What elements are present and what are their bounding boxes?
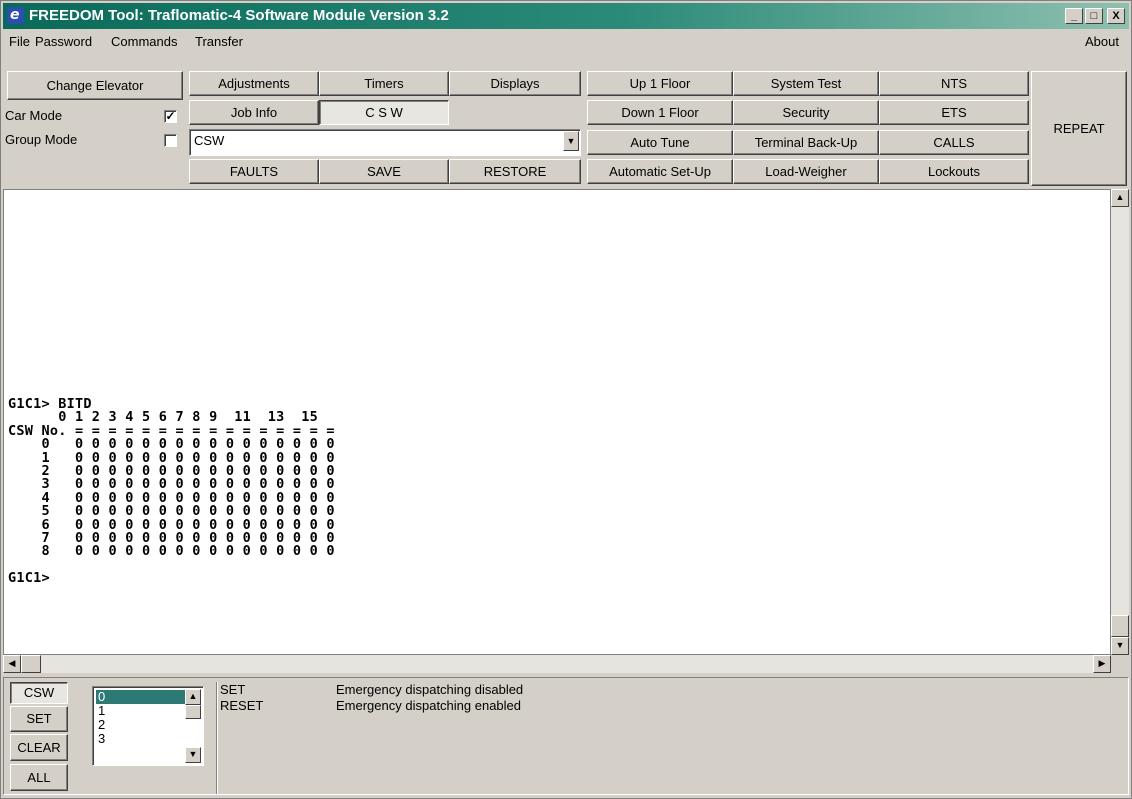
clear-button[interactable]: CLEAR bbox=[10, 734, 68, 761]
list-scroll-down-icon[interactable]: ▼ bbox=[185, 747, 201, 763]
menu-password[interactable]: Password bbox=[35, 34, 92, 49]
terminal-output[interactable]: G1C1> BITD 0 1 2 3 4 5 6 7 8 9 11 13 15 … bbox=[3, 189, 1111, 655]
chevron-down-icon[interactable]: ▼ bbox=[563, 131, 579, 151]
menu-about[interactable]: About bbox=[1085, 34, 1119, 49]
repeat-button[interactable]: REPEAT bbox=[1031, 71, 1127, 186]
vertical-scroll-thumb[interactable] bbox=[1111, 615, 1129, 637]
group-mode-checkbox[interactable] bbox=[164, 134, 177, 147]
scroll-corner bbox=[1111, 655, 1129, 673]
list-scroll-thumb[interactable] bbox=[185, 705, 201, 719]
timers-button[interactable]: Timers bbox=[319, 71, 449, 96]
close-button[interactable]: X bbox=[1107, 8, 1125, 24]
automatic-setup-button[interactable]: Automatic Set-Up bbox=[587, 159, 733, 184]
job-info-button[interactable]: Job Info bbox=[189, 100, 319, 125]
csw-tab-button[interactable]: C S W bbox=[319, 100, 449, 125]
terminal-backup-button[interactable]: Terminal Back-Up bbox=[733, 130, 879, 155]
list-item[interactable]: 3 bbox=[96, 732, 186, 746]
maximize-button[interactable]: □ bbox=[1085, 8, 1103, 24]
scroll-right-arrow-icon[interactable]: ▶ bbox=[1093, 655, 1111, 673]
command-combo[interactable]: CSW ▼ bbox=[189, 129, 581, 156]
list-scroll-up-icon[interactable]: ▲ bbox=[185, 689, 201, 705]
window-title: FREEDOM Tool: Traflomatic-4 Software Mod… bbox=[29, 7, 449, 24]
menu-transfer[interactable]: Transfer bbox=[195, 34, 243, 49]
app-window: e FREEDOM Tool: Traflomatic-4 Software M… bbox=[0, 0, 1132, 799]
app-icon[interactable]: e bbox=[7, 7, 24, 24]
csw-editor-panel: CSW SET CLEAR ALL 0 1 2 3 ▲ ▼ SET Emerge… bbox=[3, 677, 1129, 795]
restore-button[interactable]: RESTORE bbox=[449, 159, 581, 184]
list-item[interactable]: 2 bbox=[96, 718, 186, 732]
lockouts-button[interactable]: Lockouts bbox=[879, 159, 1029, 184]
car-mode-label: Car Mode bbox=[5, 108, 63, 123]
terminal-prompt: G1C1> bbox=[8, 570, 50, 587]
check-icon: ✓ bbox=[165, 109, 176, 123]
desc-text-reset: Emergency dispatching enabled bbox=[336, 698, 522, 713]
menu-bar: File Password Commands Transfer About bbox=[3, 31, 1129, 53]
terminal-row: 8 0 0 0 0 0 0 0 0 0 0 0 0 0 0 0 0 bbox=[8, 543, 335, 560]
terminal-text: G1C1> BITD 0 1 2 3 4 5 6 7 8 9 11 13 15 … bbox=[8, 397, 335, 587]
title-bar[interactable]: e FREEDOM Tool: Traflomatic-4 Software M… bbox=[3, 3, 1129, 29]
scroll-up-arrow-icon[interactable]: ▲ bbox=[1111, 189, 1129, 207]
scroll-down-arrow-icon[interactable]: ▼ bbox=[1111, 637, 1129, 655]
horizontal-scrollbar[interactable]: ◀ ▶ bbox=[3, 655, 1111, 673]
desc-text-set: Emergency dispatching disabled bbox=[336, 682, 524, 697]
horizontal-scroll-thumb[interactable] bbox=[21, 655, 41, 673]
app-icon-letter: e bbox=[10, 7, 20, 23]
security-button[interactable]: Security bbox=[733, 100, 879, 125]
menu-file[interactable]: File bbox=[9, 34, 30, 49]
set-button[interactable]: SET bbox=[10, 706, 68, 732]
down-1-floor-button[interactable]: Down 1 Floor bbox=[587, 100, 733, 125]
menu-commands[interactable]: Commands bbox=[111, 34, 177, 49]
minimize-button[interactable]: _ bbox=[1065, 8, 1083, 24]
panel-divider bbox=[216, 682, 218, 794]
all-button[interactable]: ALL bbox=[10, 764, 68, 791]
system-test-button[interactable]: System Test bbox=[733, 71, 879, 96]
csw-button[interactable]: CSW bbox=[10, 682, 68, 704]
scroll-left-arrow-icon[interactable]: ◀ bbox=[3, 655, 21, 673]
command-combo-value: CSW bbox=[194, 133, 225, 148]
ets-button[interactable]: ETS bbox=[879, 100, 1029, 125]
up-1-floor-button[interactable]: Up 1 Floor bbox=[587, 71, 733, 96]
csw-number-list[interactable]: 0 1 2 3 ▲ ▼ bbox=[92, 686, 204, 766]
adjustments-button[interactable]: Adjustments bbox=[189, 71, 319, 96]
nts-button[interactable]: NTS bbox=[879, 71, 1029, 96]
group-mode-label: Group Mode bbox=[5, 132, 78, 147]
calls-button[interactable]: CALLS bbox=[879, 130, 1029, 155]
save-button[interactable]: SAVE bbox=[319, 159, 449, 184]
faults-button[interactable]: FAULTS bbox=[189, 159, 319, 184]
load-weigher-button[interactable]: Load-Weigher bbox=[733, 159, 879, 184]
desc-key-set: SET bbox=[220, 682, 246, 697]
change-elevator-button[interactable]: Change Elevator bbox=[7, 71, 183, 100]
car-mode-checkbox[interactable]: ✓ bbox=[164, 110, 177, 123]
list-item[interactable]: 1 bbox=[96, 704, 186, 718]
auto-tune-button[interactable]: Auto Tune bbox=[587, 130, 733, 155]
vertical-scrollbar[interactable]: ▲ ▼ bbox=[1111, 189, 1129, 655]
displays-button[interactable]: Displays bbox=[449, 71, 581, 96]
list-item[interactable]: 0 bbox=[96, 690, 186, 704]
desc-key-reset: RESET bbox=[220, 698, 264, 713]
